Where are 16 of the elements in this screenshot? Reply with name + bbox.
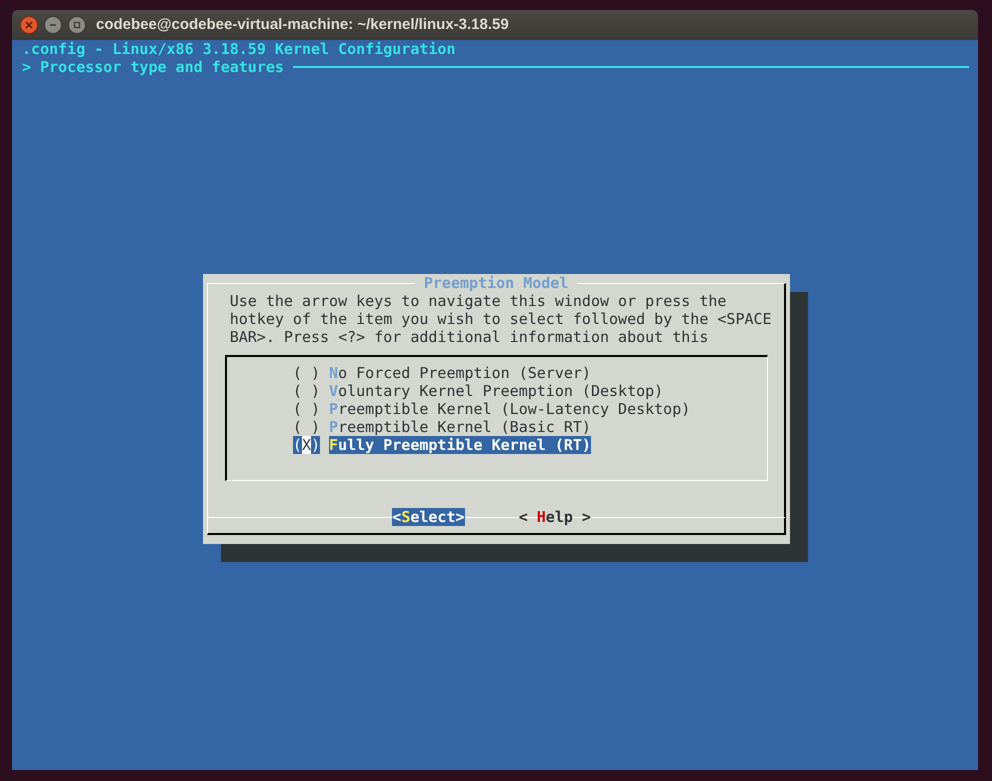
help-text: hotkey of the item you wish to select followed by the <SPACE xyxy=(230,310,772,328)
window-title: codebee@codebee-virtual-machine: ~/kernel/linux-3.18.59 xyxy=(96,14,509,35)
radio-option[interactable]: ( ) Preemptible Kernel (Low-Latency Desktop) xyxy=(292,400,690,418)
help-text: Use the arrow keys to navigate this window or press the xyxy=(230,292,726,310)
dialog-button[interactable]: <Select> xyxy=(392,508,465,526)
radio-option[interactable]: ( ) No Forced Preemption (Server) xyxy=(292,364,591,382)
radio-option[interactable]: ( ) Preemptible Kernel (Basic RT) xyxy=(292,418,591,436)
dialog-title: Preemption Model xyxy=(414,274,578,292)
breadcrumb: > Processor type and features xyxy=(22,58,284,76)
minimize-icon[interactable] xyxy=(44,16,62,34)
radio-option[interactable]: ( ) Voluntary Kernel Preemption (Desktop) xyxy=(292,382,664,400)
dialog-button[interactable]: < Help > xyxy=(518,508,591,526)
header-text: .config - Linux/x86 3.18.59 Kernel Configuration xyxy=(22,40,456,58)
maximize-icon[interactable] xyxy=(68,16,86,34)
help-text: BAR>. Press <?> for additional information about this xyxy=(230,328,708,346)
close-icon[interactable] xyxy=(20,16,38,34)
